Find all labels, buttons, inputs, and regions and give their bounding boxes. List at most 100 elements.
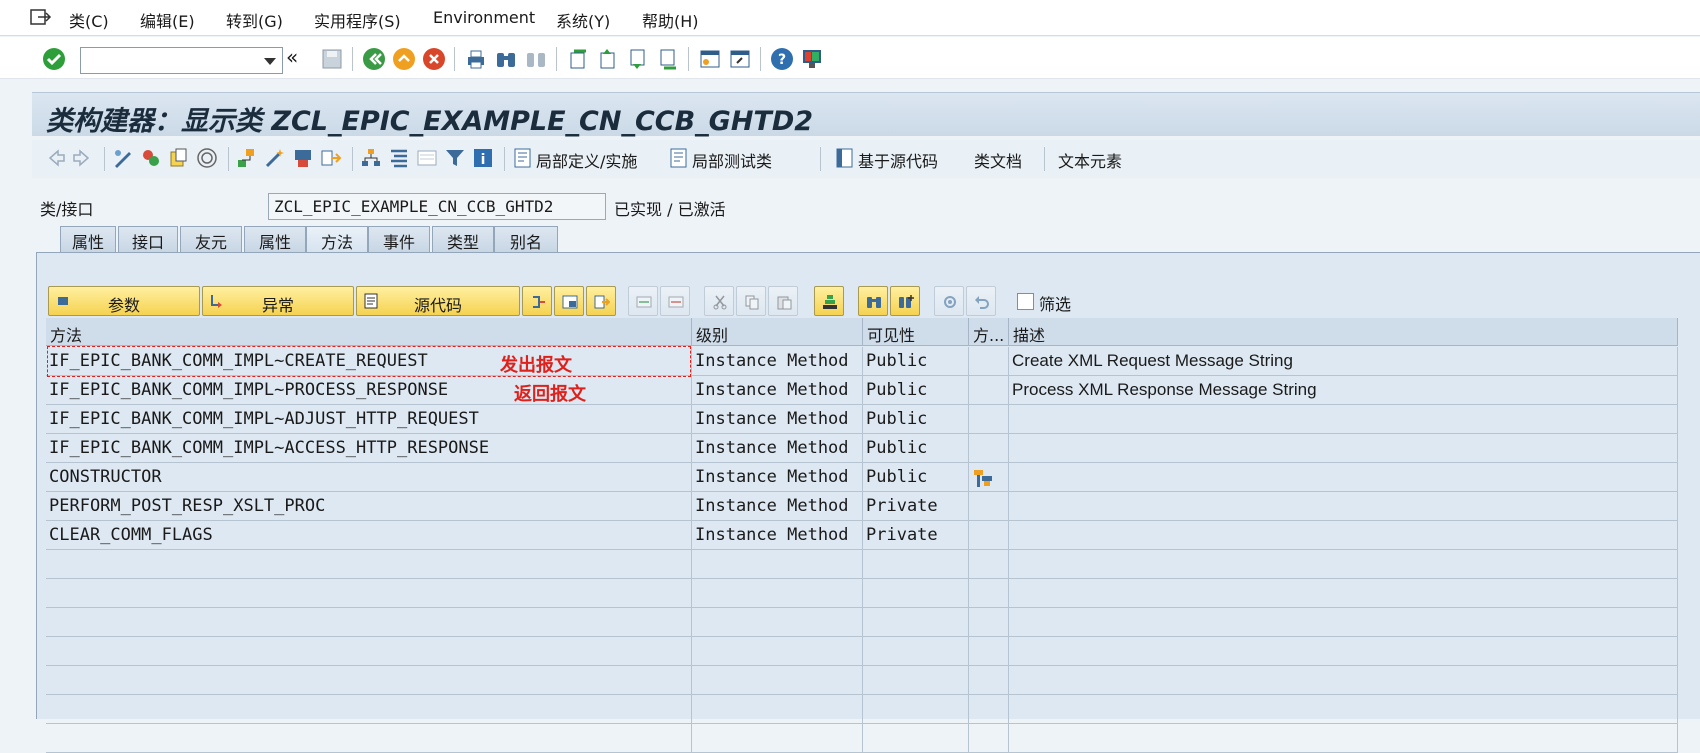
table-row[interactable]: CLEAR_COMM_FLAGS Instance Method Private (46, 521, 1678, 550)
help-icon[interactable]: ? (770, 47, 794, 71)
menu-edit[interactable]: 编辑(E) (140, 8, 195, 32)
table-row[interactable] (46, 608, 1678, 637)
menu-system[interactable]: 系统(Y) (556, 8, 610, 32)
cell-description[interactable] (1009, 695, 1678, 724)
class-interface-field[interactable]: ZCL_EPIC_EXAMPLE_CN_CCB_GHTD2 (268, 193, 606, 220)
cell-method[interactable]: IF_EPIC_BANK_COMM_IMPL~ADJUST_HTTP_REQUE… (46, 405, 692, 434)
tab-types[interactable]: 类型 (432, 226, 494, 252)
menu-utilities[interactable]: 实用程序(S) (314, 8, 401, 32)
redefine-button[interactable] (586, 286, 616, 316)
cell-description[interactable] (1009, 608, 1678, 637)
previous-page-icon[interactable] (596, 47, 620, 71)
cell-method-type[interactable] (969, 666, 1009, 695)
cell-method[interactable] (46, 695, 692, 724)
filter-checkbox[interactable] (1017, 293, 1034, 310)
collapse-icon[interactable]: « (286, 45, 298, 69)
cancel-icon[interactable] (422, 47, 446, 71)
class-documentation-button[interactable]: 类文档 (974, 148, 1022, 172)
copy-button[interactable] (736, 286, 766, 316)
cell-description[interactable] (1009, 724, 1678, 753)
cell-method-type[interactable] (969, 521, 1009, 550)
print-icon[interactable] (464, 47, 488, 71)
cell-level[interactable] (692, 666, 863, 695)
cell-description[interactable] (1009, 579, 1678, 608)
enter-check-icon[interactable] (42, 47, 66, 71)
cell-method-type[interactable] (969, 695, 1009, 724)
insert-method-button[interactable] (522, 286, 552, 316)
chevron-down-icon[interactable] (264, 58, 276, 65)
tab-aliases[interactable]: 别名 (494, 226, 558, 252)
table-row[interactable]: IF_EPIC_BANK_COMM_IMPL~PROCESS_RESPONSE I… (46, 376, 1678, 405)
arrow-right-icon[interactable] (72, 147, 94, 169)
cell-method-type[interactable] (969, 405, 1009, 434)
back-icon[interactable] (362, 47, 386, 71)
cell-method-type[interactable] (969, 492, 1009, 521)
cell-description[interactable] (1009, 637, 1678, 666)
cut-button[interactable] (704, 286, 734, 316)
exit-icon[interactable] (392, 47, 416, 71)
column-header-visibility[interactable]: 可见性 (863, 318, 969, 346)
table-row[interactable] (46, 666, 1678, 695)
cell-description[interactable]: Create XML Request Message String (1009, 347, 1678, 376)
cell-description[interactable] (1009, 666, 1678, 695)
cell-level[interactable]: Instance Method (692, 463, 863, 492)
table-row[interactable]: CONSTRUCTOR Instance Method Public (46, 463, 1678, 492)
cell-method[interactable] (46, 550, 692, 579)
local-definitions-icon[interactable] (512, 147, 534, 169)
cell-method[interactable]: IF_EPIC_BANK_COMM_IMPL~ACCESS_HTTP_RESPO… (46, 434, 692, 463)
cell-level[interactable] (692, 695, 863, 724)
cell-visibility[interactable]: Public (863, 434, 969, 463)
exit-menu-icon[interactable] (30, 8, 52, 26)
cell-level[interactable]: Instance Method (692, 434, 863, 463)
cell-method[interactable]: CLEAR_COMM_FLAGS (46, 521, 692, 550)
cell-description[interactable] (1009, 492, 1678, 521)
check-object-icon[interactable] (168, 147, 190, 169)
cell-description[interactable] (1009, 434, 1678, 463)
cell-level[interactable] (692, 637, 863, 666)
cell-method-type[interactable] (969, 637, 1009, 666)
delete-row-button[interactable] (660, 286, 690, 316)
table-row[interactable]: PERFORM_POST_RESP_XSLT_PROC Instance Meth… (46, 492, 1678, 521)
next-page-icon[interactable] (626, 47, 650, 71)
first-page-icon[interactable] (566, 47, 590, 71)
cell-method-type[interactable] (969, 608, 1009, 637)
cell-level[interactable]: Instance Method (692, 376, 863, 405)
cell-description[interactable] (1009, 550, 1678, 579)
local-test-classes-button[interactable]: 局部测试类 (692, 148, 772, 172)
tab-interfaces[interactable]: 接口 (118, 226, 178, 252)
menu-environment[interactable]: Environment (433, 8, 535, 27)
cell-visibility[interactable]: Private (863, 521, 969, 550)
filter-icon[interactable] (444, 147, 466, 169)
tab-attributes[interactable]: 属性 (244, 226, 306, 252)
cell-method[interactable] (46, 724, 692, 753)
cell-method-type[interactable] (969, 347, 1009, 376)
cell-visibility[interactable]: Public (863, 347, 969, 376)
cell-visibility[interactable] (863, 724, 969, 753)
undo-button[interactable] (966, 286, 996, 316)
text-elements-button[interactable]: 文本元素 (1058, 148, 1122, 172)
object-list-icon[interactable] (360, 147, 382, 169)
settings-button[interactable] (934, 286, 964, 316)
find-next-icon[interactable] (524, 47, 548, 71)
table-row[interactable] (46, 695, 1678, 724)
cell-visibility[interactable] (863, 637, 969, 666)
detail-view-button[interactable] (554, 286, 584, 316)
fullscreen-icon[interactable] (416, 147, 438, 169)
menu-class[interactable]: 类(C) (69, 8, 109, 32)
tab-properties[interactable]: 属性 (60, 226, 116, 252)
arrow-left-icon[interactable] (44, 147, 66, 169)
cell-level[interactable]: Instance Method (692, 405, 863, 434)
insert-row-button[interactable] (628, 286, 658, 316)
menu-help[interactable]: 帮助(H) (642, 8, 699, 32)
tab-methods[interactable]: 方法 (306, 226, 368, 252)
menu-goto[interactable]: 转到(G) (226, 8, 283, 32)
cell-method[interactable]: PERFORM_POST_RESP_XSLT_PROC (46, 492, 692, 521)
cell-method[interactable] (46, 637, 692, 666)
where-used-icon[interactable] (320, 147, 342, 169)
parameters-button[interactable]: 参数 (48, 286, 200, 316)
table-row[interactable]: IF_EPIC_BANK_COMM_IMPL~ADJUST_HTTP_REQUE… (46, 405, 1678, 434)
cell-level[interactable]: Instance Method (692, 492, 863, 521)
local-definitions-button[interactable]: 局部定义/实施 (536, 148, 637, 172)
cell-method-type[interactable] (969, 376, 1009, 405)
cell-method-type[interactable] (969, 463, 1009, 492)
